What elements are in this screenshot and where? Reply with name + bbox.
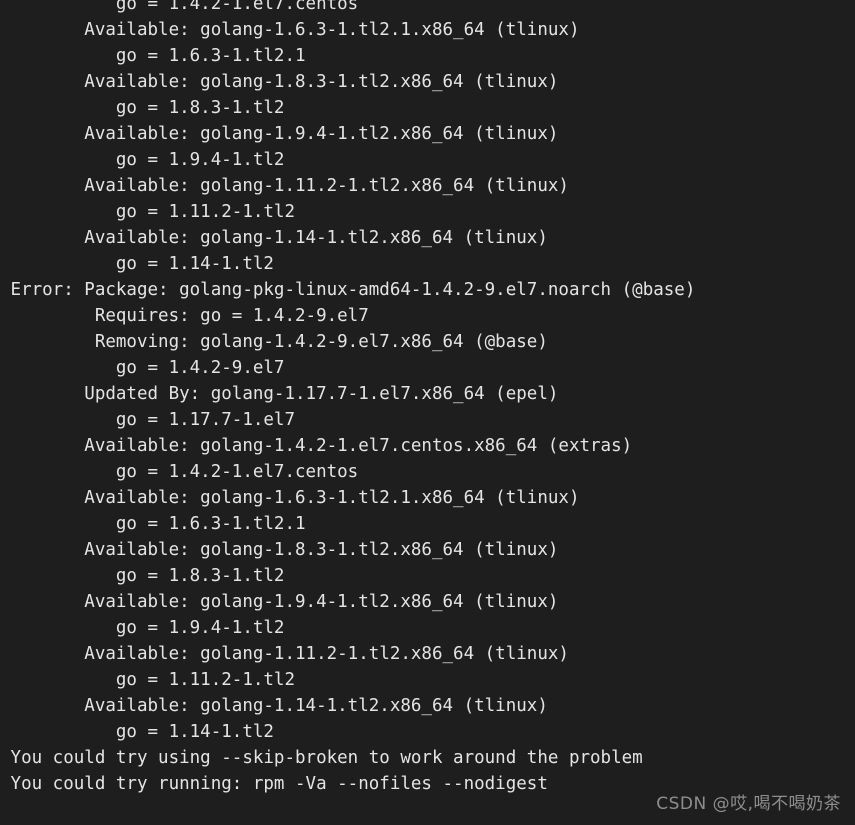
terminal-line-list: go = 1.4.2-1.el7.centos Available: golan…	[0, 0, 855, 797]
terminal-line: Available: golang-1.14-1.tl2.x86_64 (tli…	[0, 696, 548, 716]
terminal-output-pane[interactable]: go = 1.4.2-1.el7.centos Available: golan…	[0, 0, 855, 825]
terminal-line: go = 1.8.3-1.tl2	[0, 98, 285, 118]
terminal-line: go = 1.9.4-1.tl2	[0, 150, 285, 170]
terminal-line: go = 1.14-1.tl2	[0, 254, 274, 274]
terminal-line: Available: golang-1.11.2-1.tl2.x86_64 (t…	[0, 176, 569, 196]
terminal-line: Requires: go = 1.4.2-9.el7	[0, 306, 369, 326]
terminal-line: go = 1.17.7-1.el7	[0, 410, 296, 430]
terminal-line: Removing: golang-1.4.2-9.el7.x86_64 (@ba…	[0, 332, 548, 352]
terminal-line: Updated By: golang-1.17.7-1.el7.x86_64 (…	[0, 384, 559, 404]
terminal-line: go = 1.8.3-1.tl2	[0, 566, 285, 586]
terminal-line: Available: golang-1.9.4-1.tl2.x86_64 (tl…	[0, 592, 559, 612]
csdn-watermark: CSDN @哎,喝不喝奶茶	[656, 794, 841, 814]
terminal-line: go = 1.6.3-1.tl2.1	[0, 46, 306, 66]
terminal-line: Available: golang-1.6.3-1.tl2.1.x86_64 (…	[0, 20, 580, 40]
terminal-line: Available: golang-1.8.3-1.tl2.x86_64 (tl…	[0, 540, 559, 560]
terminal-line: go = 1.11.2-1.tl2	[0, 670, 296, 690]
terminal-line: go = 1.4.2-9.el7	[0, 358, 285, 378]
terminal-line: You could try using --skip-broken to wor…	[0, 748, 643, 768]
terminal-line: go = 1.9.4-1.tl2	[0, 618, 285, 638]
terminal-line: go = 1.11.2-1.tl2	[0, 202, 296, 222]
terminal-line: go = 1.4.2-1.el7.centos	[0, 462, 359, 482]
terminal-line: go = 1.14-1.tl2	[0, 722, 274, 742]
terminal-line: Available: golang-1.6.3-1.tl2.1.x86_64 (…	[0, 488, 580, 508]
terminal-line: Error: Package: golang-pkg-linux-amd64-1…	[0, 280, 696, 300]
terminal-line: Available: golang-1.8.3-1.tl2.x86_64 (tl…	[0, 72, 559, 92]
terminal-line: Available: golang-1.9.4-1.tl2.x86_64 (tl…	[0, 124, 559, 144]
terminal-line: Available: golang-1.11.2-1.tl2.x86_64 (t…	[0, 644, 569, 664]
terminal-line: go = 1.4.2-1.el7.centos	[0, 0, 359, 14]
terminal-line: Available: golang-1.14-1.tl2.x86_64 (tli…	[0, 228, 548, 248]
terminal-line: Available: golang-1.4.2-1.el7.centos.x86…	[0, 436, 633, 456]
terminal-line: go = 1.6.3-1.tl2.1	[0, 514, 306, 534]
